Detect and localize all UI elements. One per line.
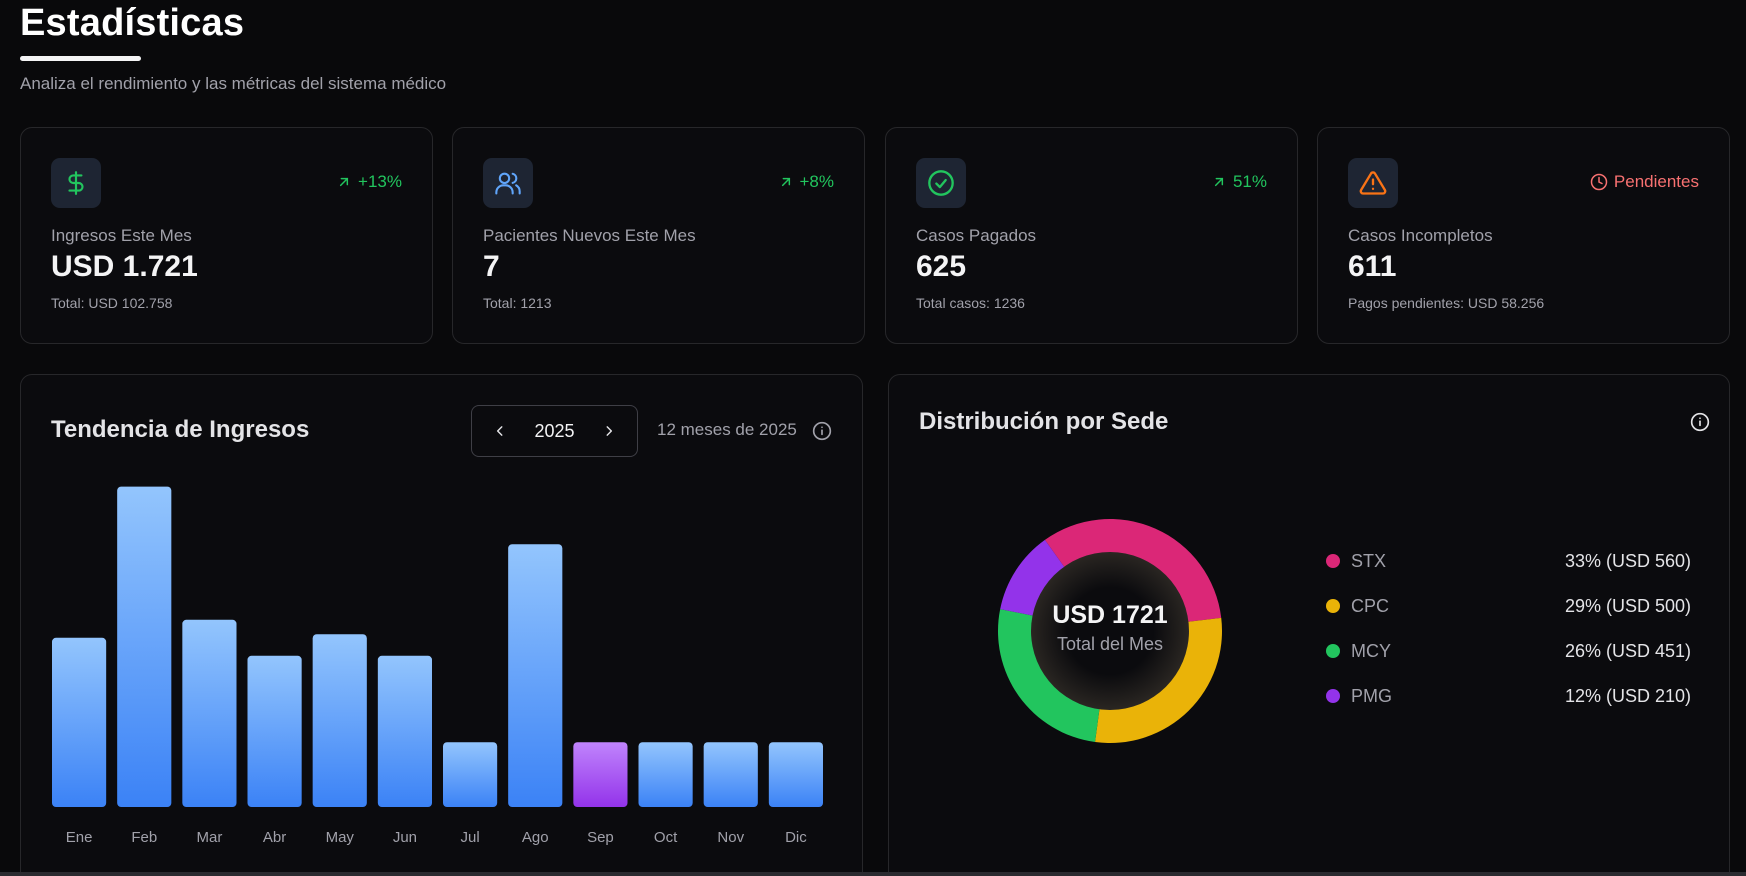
stat-card-revenue: +13% Ingresos Este Mes USD 1.721 Total: … [20,127,433,344]
stat-card-new-patients: +8% Pacientes Nuevos Este Mes 7 Total: 1… [452,127,865,344]
bar-oct[interactable] [638,742,693,807]
bar-sep[interactable] [573,742,628,807]
month-label: Jun [393,829,417,846]
trend-value: +13% [358,172,402,191]
month-labels: Ene Feb Mar Abr May Jun Jul Ago Sep Oct Nov Dic [66,829,808,846]
legend-value: 26% (USD 451) [1564,640,1691,661]
legend-value: 29% (USD 500) [1564,595,1691,616]
month-label: Ago [522,829,549,846]
stat-label: Pacientes Nuevos Este Mes [483,226,696,245]
bar-mar[interactable] [182,619,237,807]
bars-group [52,486,823,807]
trend-badge: +13% [336,172,402,192]
bottom-strip [0,872,1746,876]
legend-dot [1326,689,1340,703]
donut-total-value: USD 1721 [1052,601,1168,629]
pending-badge: Pendientes [1590,172,1699,192]
bar-ene[interactable] [52,637,107,807]
trend-value: 51% [1232,172,1267,191]
trend-badge: +8% [778,172,835,192]
month-label: Jul [460,829,479,846]
distribution-panel: Distribución por Sede USD 1721 Total del… [888,374,1730,876]
revenue-bar-chart: Ene Feb Mar Abr May Jun Jul Ago Sep Oct Nov Dic [52,486,823,846]
warning-icon [1348,158,1398,208]
bar-dic[interactable] [768,742,823,807]
arrow-up-right-icon [781,177,790,187]
arrow-up-right-icon [1214,177,1224,187]
donut-total-caption: Total del Mes [1056,634,1164,654]
arrow-up-right-icon [339,177,349,187]
stat-value: USD 1.721 [51,250,198,283]
trend-badge: 51% [1211,172,1267,192]
legend-item-pmg: PMG 12% (USD 210) [1326,684,1691,708]
legend-item-mcy: MCY 26% (USD 451) [1326,639,1691,663]
bar-ago[interactable] [508,544,563,807]
month-label: Nov [717,829,744,846]
legend-value: 33% (USD 560) [1564,550,1691,571]
bar-nov[interactable] [703,742,758,807]
legend-dot [1326,644,1340,658]
bar-abr[interactable] [247,655,302,807]
page-title: Estadísticas [20,2,245,44]
legend-dot [1326,599,1340,613]
stat-subtext: Total: 1213 [483,295,552,311]
check-circle-icon [916,158,966,208]
legend-item-stx: STX 33% (USD 560) [1326,549,1691,573]
statistics-page: Estadísticas Analiza el rendimiento y la… [20,0,1730,876]
legend-dot [1326,554,1340,568]
legend-name: PMG [1351,685,1393,706]
stat-value: 611 [1348,250,1397,283]
bar-jul[interactable] [443,742,498,807]
stat-card-incomplete-cases: Pendientes Casos Incompletos 611 Pagos p… [1317,127,1730,344]
legend-name: MCY [1351,640,1391,661]
bar-feb[interactable] [117,486,172,807]
users-icon [483,158,533,208]
bar-jun[interactable] [377,655,432,807]
stat-card-paid-cases: 51% Casos Pagados 625 Total casos: 1236 [885,127,1298,344]
pending-label: Pendientes [1613,172,1699,191]
month-label: Ene [66,829,93,846]
stat-subtext: Total casos: 1236 [916,295,1025,311]
bar-may[interactable] [312,634,367,807]
title-underline [20,56,141,61]
legend-value: 12% (USD 210) [1564,685,1691,706]
page-subtitle: Analiza el rendimiento y las métricas de… [20,74,447,93]
revenue-trend-panel: Tendencia de Ingresos 2025 12 meses de 2… [20,374,863,876]
stat-value: 625 [916,250,967,283]
stat-label: Casos Pagados [916,226,1037,245]
legend-name: STX [1351,550,1387,571]
stat-label: Ingresos Este Mes [51,226,192,245]
month-label: Oct [654,829,678,846]
dollar-icon [51,158,101,208]
month-label: Sep [587,829,614,846]
month-label: Mar [196,829,222,846]
stat-label: Casos Incompletos [1348,226,1493,245]
stat-subtext: Pagos pendientes: USD 58.256 [1348,295,1545,311]
legend-name: CPC [1351,595,1390,616]
legend-item-cpc: CPC 29% (USD 500) [1326,594,1691,618]
month-label: Feb [131,829,157,846]
month-label: Dic [785,829,807,846]
trend-value: +8% [799,172,835,191]
month-label: Abr [263,829,286,846]
stat-subtext: Total: USD 102.758 [51,295,173,311]
month-label: May [326,829,355,846]
donut-center: USD 1721 Total del Mes [1000,601,1220,655]
stat-value: 7 [483,250,500,283]
clock-icon [1590,173,1608,191]
